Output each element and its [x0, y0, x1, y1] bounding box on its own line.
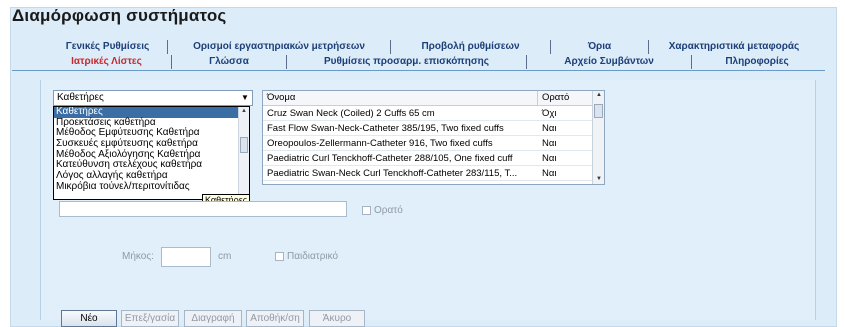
scroll-up-icon[interactable]: ▲ [241, 108, 247, 114]
table-scrollbar[interactable]: ▲ ▼ [592, 91, 604, 184]
cell-visible: Ναι [542, 123, 557, 134]
tab-medical-lists[interactable]: Ιατρικές Λίστες [42, 55, 172, 69]
list-type-select[interactable]: Καθετήρες ▼ [53, 90, 253, 106]
table-row[interactable]: Oreopoulos-Zellermann-Catheter 916, Two … [263, 136, 604, 151]
pediatric-label: Παιδιατρικό [287, 251, 339, 262]
table-row[interactable]: Paediatric Curl Tenckhoff-Catheter 288/1… [263, 151, 604, 166]
table-row[interactable]: Fast Flow Swan-Neck-Catheter 385/195, Tw… [263, 121, 604, 136]
edit-button[interactable]: Επεξ/γασία [121, 310, 179, 327]
tab-event-log[interactable]: Αρχείο Συμβάντων [527, 55, 692, 69]
length-label: Μήκος: [122, 251, 154, 262]
cell-name: Paediatric Swan-Neck Curl Tenckhoff-Cath… [267, 168, 518, 179]
length-input[interactable] [161, 247, 211, 267]
visible-label: Ορατό [374, 205, 403, 216]
length-unit: cm [218, 251, 232, 262]
tab-general-settings[interactable]: Γενικές Ρυθμίσεις [48, 40, 168, 54]
chevron-down-icon[interactable]: ▼ [239, 92, 251, 104]
table-header: Όνομα Ορατό [263, 91, 604, 106]
tab-lab-definitions[interactable]: Ορισμοί εργαστηριακών μετρήσεων [168, 40, 391, 54]
column-header-name[interactable]: Όνομα [263, 91, 538, 105]
dropdown-option[interactable]: Μικρόβια τούνελ/περιτονίτιδας [54, 181, 249, 193]
catheter-table: Όνομα Ορατό Cruz Swan Neck (Coiled) 2 Cu… [262, 90, 605, 185]
cell-visible: Ναι [542, 138, 557, 149]
table-row[interactable]: Cruz Swan Neck (Coiled) 2 Cuffs 65 cm Όχ… [263, 106, 604, 121]
list-type-dropdown: Καθετήρες Προεκτάσεις καθετήρα Μέθοδος Ε… [53, 106, 250, 200]
tab-view-settings[interactable]: Προβολή ρυθμίσεων [391, 40, 551, 54]
delete-button[interactable]: Διαγραφή [184, 310, 242, 327]
page-title: Διαμόρφωση συστήματος [12, 6, 227, 25]
scrollbar-thumb[interactable] [240, 137, 248, 153]
tab-row-bottom: Ιατρικές Λίστες Γλώσσα Ρυθμίσεις προσαρμ… [42, 55, 822, 69]
scroll-up-icon[interactable]: ▲ [596, 92, 602, 98]
dropdown-scrollbar[interactable]: ▲ [238, 107, 249, 199]
tab-custom-overview-settings[interactable]: Ρυθμίσεις προσαρμ. επισκόπησης [287, 55, 527, 69]
cell-visible: Όχι [542, 108, 557, 119]
column-header-visible[interactable]: Ορατό [538, 91, 593, 105]
scroll-down-icon[interactable]: ▼ [596, 176, 602, 182]
pediatric-checkbox[interactable] [275, 252, 284, 261]
new-button[interactable]: Νέο [61, 310, 117, 327]
cell-name: Oreopoulos-Zellermann-Catheter 916, Two … [267, 138, 493, 149]
tab-row-top: Γενικές Ρυθμίσεις Ορισμοί εργαστηριακών … [48, 40, 828, 54]
cell-name: Fast Flow Swan-Neck-Catheter 385/195, Tw… [267, 123, 504, 134]
scrollbar-thumb[interactable] [594, 104, 603, 118]
cell-name: Cruz Swan Neck (Coiled) 2 Cuffs 65 cm [267, 108, 435, 119]
tab-information[interactable]: Πληροφορίες [692, 55, 822, 69]
cancel-button[interactable]: Άκυρο [309, 310, 365, 327]
table-row[interactable]: Paediatric Swan-Neck Curl Tenckhoff-Cath… [263, 166, 604, 181]
name-input[interactable] [59, 201, 347, 217]
cell-visible: Ναι [542, 168, 557, 179]
list-type-select-value: Καθετήρες [57, 92, 104, 103]
tab-transfer-properties[interactable]: Χαρακτηριστικά μεταφοράς [649, 40, 819, 54]
visible-checkbox[interactable] [362, 206, 371, 215]
cell-name: Paediatric Curl Tenckhoff-Catheter 288/1… [267, 153, 513, 164]
tab-divider [12, 70, 825, 71]
cell-visible: Ναι [542, 153, 557, 164]
tab-language[interactable]: Γλώσσα [172, 55, 287, 69]
save-button[interactable]: Αποθήκ/ση [246, 310, 304, 327]
tab-limits[interactable]: Όρια [551, 40, 649, 54]
